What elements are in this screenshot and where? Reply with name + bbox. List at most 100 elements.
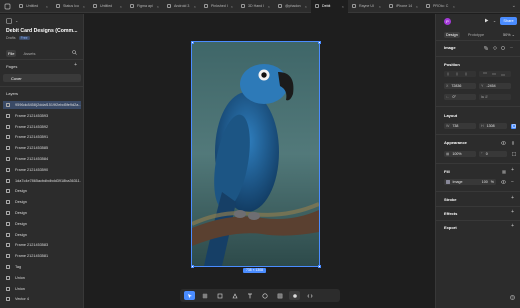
tab-1[interactable]: Status Ico ×	[52, 0, 89, 13]
file-title[interactable]: Debit Card Designs (Comm...	[6, 28, 77, 34]
close-tab-icon[interactable]: ×	[120, 4, 122, 9]
layer-item[interactable]: Design	[3, 209, 81, 217]
tab-8[interactable]: Debit ×	[311, 0, 348, 13]
add-fill-icon[interactable]: +	[511, 167, 514, 173]
layer-item[interactable]: Tag	[3, 263, 81, 271]
close-tab-icon[interactable]: ×	[46, 4, 48, 9]
corner-radius-field[interactable]: ⌜ 0	[479, 151, 507, 157]
layer-item[interactable]: Vector 4	[3, 295, 81, 303]
layer-item[interactable]: Frame 2121453591	[3, 133, 81, 141]
page-item-cover[interactable]: Cover	[3, 74, 81, 82]
tab-9[interactable]: Rayne UI ×	[348, 0, 385, 13]
fill-row[interactable]: Image 100 %	[444, 179, 496, 185]
dev-mode-toggle[interactable]	[289, 291, 300, 300]
search-icon[interactable]	[72, 50, 77, 55]
zoom-level[interactable]: 50% ⌄	[503, 32, 515, 37]
layer-item[interactable]: 1da7c4e7865acbdbdbdd3918ba36311...	[3, 177, 81, 185]
play-icon[interactable]	[484, 18, 489, 23]
tab-11[interactable]: PROto: C ×	[422, 0, 459, 13]
layer-item[interactable]: Design	[3, 187, 81, 195]
tab-assets[interactable]: Assets	[21, 50, 37, 57]
layer-item[interactable]: 9596dc8458(2ddaf1519f2ebd5fe9d2a...	[3, 101, 81, 109]
move-tool-button[interactable]	[184, 291, 195, 300]
close-tab-icon[interactable]: ×	[453, 4, 455, 9]
component-icon[interactable]	[492, 45, 497, 50]
fill-visibility-icon[interactable]	[501, 180, 506, 185]
tab-2[interactable]: Untitled ×	[89, 0, 126, 13]
parrot-image[interactable]	[191, 41, 320, 267]
resize-handle[interactable]	[190, 264, 194, 268]
comment-tool-button[interactable]	[259, 291, 270, 300]
horizontal-align-group[interactable]	[444, 71, 476, 77]
layer-item[interactable]: Frame 2121453584	[3, 155, 81, 163]
text-tool-button[interactable]	[244, 291, 255, 300]
tab-5[interactable]: Pinkshed I ×	[200, 0, 237, 13]
more-icon[interactable]: ⌄	[512, 3, 516, 9]
close-tab-icon[interactable]: ×	[157, 4, 159, 9]
pen-tool-button[interactable]	[229, 291, 240, 300]
width-field[interactable]: W 738	[444, 123, 476, 129]
individual-corners-icon[interactable]	[511, 152, 516, 157]
tab-3[interactable]: Figma api ×	[126, 0, 163, 13]
avatar[interactable]: P	[444, 18, 451, 25]
constrain-proportions-icon[interactable]	[511, 123, 516, 129]
layer-item[interactable]: Frame 2121453592	[3, 123, 81, 131]
tab-prototype[interactable]: Prototype	[466, 32, 486, 38]
height-field[interactable]: H 1308	[479, 123, 507, 129]
resize-handle[interactable]	[190, 40, 194, 44]
figma-menu-icon[interactable]	[3, 2, 12, 11]
tab-file[interactable]: File	[6, 50, 17, 57]
tab-0[interactable]: Untitled ×	[15, 0, 52, 13]
remove-fill-icon[interactable]: −	[510, 179, 515, 185]
resize-handle[interactable]	[317, 40, 321, 44]
more-options-icon[interactable]: ···	[509, 45, 514, 50]
mask-icon[interactable]	[500, 45, 505, 50]
layer-item[interactable]: Union	[3, 274, 81, 282]
layer-item[interactable]: Design	[3, 198, 81, 206]
close-tab-icon[interactable]: ×	[305, 4, 307, 9]
styles-icon[interactable]	[501, 169, 506, 174]
eye-icon[interactable]	[501, 140, 506, 145]
rotation-field[interactable]: ∟ 0°	[444, 94, 476, 100]
actions-button[interactable]	[274, 291, 285, 300]
tab-7[interactable]: @phadon ×	[274, 0, 311, 13]
opacity-field[interactable]: ▦ 100%	[444, 151, 476, 157]
layer-item[interactable]: Union	[3, 285, 81, 293]
close-tab-icon[interactable]: ×	[268, 4, 270, 9]
crop-icon[interactable]	[483, 45, 488, 50]
close-tab-icon[interactable]: ×	[379, 4, 381, 9]
close-tab-icon[interactable]: ×	[342, 4, 344, 9]
tab-10[interactable]: iPhone 14 ×	[385, 0, 422, 13]
close-tab-icon[interactable]: ×	[231, 4, 233, 9]
add-export-icon[interactable]: +	[511, 223, 514, 229]
share-button[interactable]: Share	[500, 17, 517, 25]
layer-item[interactable]: Frame 2121453590	[3, 166, 81, 174]
canvas[interactable]: 738 × 1308	[85, 14, 434, 308]
chevron-down-icon[interactable]: ⌄	[492, 18, 497, 23]
layer-item[interactable]: Frame 2121453593	[3, 112, 81, 120]
layer-item[interactable]: Design	[3, 220, 81, 228]
layer-item[interactable]: Frame 2121453585	[3, 144, 81, 152]
layer-item[interactable]: Frame 2121453581	[3, 252, 81, 260]
layer-item[interactable]: Design	[3, 231, 81, 239]
layer-item[interactable]: Frame 2121453583	[3, 241, 81, 249]
main-menu[interactable]: ⌄	[6, 18, 18, 24]
add-page-icon[interactable]: +	[74, 62, 77, 68]
vertical-align-group[interactable]	[479, 71, 511, 77]
drafts-label[interactable]: Drafts	[6, 36, 16, 40]
tab-6[interactable]: 3D Hand I ×	[237, 0, 274, 13]
x-position-field[interactable]: X 72836	[444, 83, 476, 89]
add-effect-icon[interactable]: +	[511, 209, 514, 215]
blend-mode-icon[interactable]	[510, 140, 515, 145]
code-mode-button[interactable]	[304, 291, 315, 300]
flip-controls[interactable]: ⇋ ⇵	[479, 94, 511, 100]
y-position-field[interactable]: Y -2454	[479, 83, 511, 89]
help-icon[interactable]: ?	[510, 295, 515, 300]
close-tab-icon[interactable]: ×	[416, 4, 418, 9]
close-tab-icon[interactable]: ×	[194, 4, 196, 9]
resize-handle[interactable]	[317, 264, 321, 268]
frame-tool-button[interactable]	[199, 291, 210, 300]
add-stroke-icon[interactable]: +	[511, 195, 514, 201]
close-tab-icon[interactable]: ×	[83, 4, 85, 9]
tab-4[interactable]: Android 3 ×	[163, 0, 200, 13]
